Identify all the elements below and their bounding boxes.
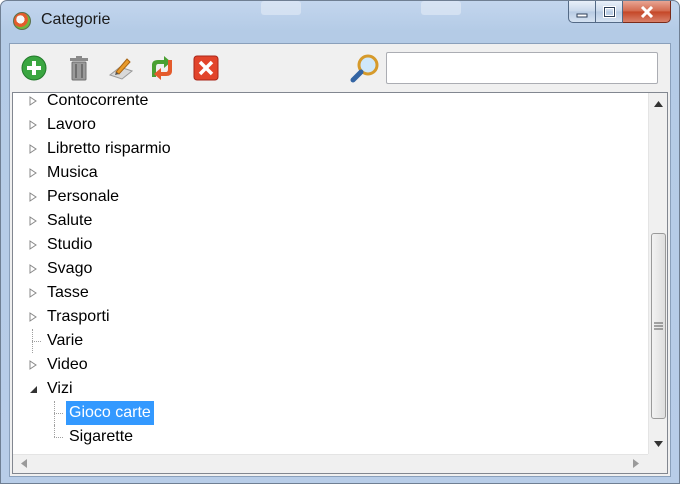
expanded-triangle-icon[interactable] bbox=[27, 383, 39, 395]
vertical-scroll-thumb[interactable] bbox=[651, 233, 666, 419]
maximize-icon bbox=[602, 5, 616, 18]
trash-icon bbox=[70, 56, 88, 81]
tree-item-label: Studio bbox=[47, 236, 93, 253]
close-icon bbox=[640, 5, 653, 18]
collapsed-triangle-icon[interactable] bbox=[27, 167, 39, 179]
tree-item[interactable]: Svago bbox=[13, 257, 649, 281]
tree-item[interactable]: Tasse bbox=[13, 281, 649, 305]
scroll-up-button[interactable] bbox=[650, 95, 667, 112]
minimize-button[interactable] bbox=[568, 1, 596, 23]
tree-item[interactable]: Vizi bbox=[13, 377, 649, 401]
tree-item-label: Salute bbox=[47, 212, 93, 229]
refresh-button[interactable] bbox=[148, 54, 176, 82]
tree-connector-line bbox=[32, 329, 33, 353]
collapsed-triangle-icon[interactable] bbox=[27, 359, 39, 371]
cancel-icon bbox=[193, 55, 219, 81]
collapsed-triangle-icon[interactable] bbox=[27, 119, 39, 131]
client-area: Contocorrente Lavoro Libretto risparmio Mus… bbox=[9, 43, 671, 477]
tree-item-label: Gioco carte bbox=[66, 401, 154, 425]
tree-subitem[interactable]: Gioco carte bbox=[13, 401, 649, 425]
tree-item[interactable]: Varie bbox=[13, 329, 649, 353]
tree-item[interactable]: Libretto risparmio bbox=[13, 137, 649, 161]
collapsed-triangle-icon[interactable] bbox=[27, 191, 39, 203]
arrow-left-icon bbox=[20, 459, 27, 468]
tree-item-label: Trasporti bbox=[47, 308, 110, 325]
tree-item-label: Svago bbox=[47, 260, 93, 277]
minimize-icon bbox=[576, 13, 588, 17]
scroll-left-button[interactable] bbox=[15, 455, 32, 472]
add-button[interactable] bbox=[20, 54, 48, 82]
scroll-right-button[interactable] bbox=[627, 455, 644, 472]
tree-item-label: Tasse bbox=[47, 284, 89, 301]
tree-item[interactable]: Contocorrente bbox=[13, 93, 649, 113]
collapsed-triangle-icon[interactable] bbox=[27, 287, 39, 299]
tree-connector-line bbox=[32, 341, 41, 342]
collapsed-triangle-icon[interactable] bbox=[27, 95, 39, 107]
tree-item-label: Sigarette bbox=[69, 428, 134, 445]
caption-buttons bbox=[568, 1, 671, 23]
title-bar[interactable]: Categorie bbox=[1, 1, 679, 43]
app-icon bbox=[13, 12, 31, 30]
collapsed-triangle-icon[interactable] bbox=[27, 263, 39, 275]
magnifier-icon bbox=[350, 54, 379, 83]
tree-item-label: Libretto risparmio bbox=[47, 140, 171, 157]
tree-item-label: Lavoro bbox=[47, 116, 96, 133]
background-blur bbox=[421, 1, 461, 15]
tree-item[interactable]: Musica bbox=[13, 161, 649, 185]
tree-viewport: Contocorrente Lavoro Libretto risparmio Mus… bbox=[13, 93, 649, 455]
arrow-up-icon bbox=[654, 100, 663, 107]
close-button[interactable] bbox=[623, 1, 671, 23]
window-title: Categorie bbox=[41, 11, 111, 28]
grip-icon bbox=[654, 322, 663, 330]
scroll-down-button[interactable] bbox=[650, 435, 667, 452]
tree-subitem[interactable]: Sigarette bbox=[13, 425, 649, 449]
arrow-down-icon bbox=[654, 440, 663, 447]
category-tree: Contocorrente Lavoro Libretto risparmio Mus… bbox=[12, 92, 668, 474]
background-blur bbox=[261, 1, 301, 15]
collapsed-triangle-icon[interactable] bbox=[27, 215, 39, 227]
vertical-scrollbar[interactable] bbox=[648, 93, 667, 455]
add-icon bbox=[21, 55, 47, 81]
tree-item[interactable]: Studio bbox=[13, 233, 649, 257]
toolbar bbox=[10, 44, 670, 92]
tree-connector-line bbox=[54, 437, 63, 438]
search-input[interactable] bbox=[386, 52, 658, 84]
maximize-button[interactable] bbox=[596, 1, 623, 23]
cancel-button[interactable] bbox=[192, 54, 220, 82]
scrollbar-corner bbox=[648, 454, 667, 473]
tree-item[interactable]: Personale bbox=[13, 185, 649, 209]
horizontal-scrollbar[interactable] bbox=[13, 454, 649, 473]
categorie-window: Categorie Contocorrente Lavoro Libretto … bbox=[0, 0, 680, 484]
arrow-right-icon bbox=[632, 459, 639, 468]
search-button[interactable] bbox=[349, 52, 381, 84]
tree-item-label: Personale bbox=[47, 188, 120, 205]
tree-item-label: Contocorrente bbox=[47, 93, 149, 109]
edit-icon bbox=[108, 58, 133, 80]
tree-item-label: Varie bbox=[47, 332, 84, 349]
tree-item-label: Vizi bbox=[47, 380, 73, 397]
tree-item-label: Musica bbox=[47, 164, 98, 181]
tree-item[interactable]: Lavoro bbox=[13, 113, 649, 137]
edit-button[interactable] bbox=[106, 54, 134, 82]
tree-connector-line bbox=[54, 401, 55, 425]
delete-button[interactable] bbox=[65, 54, 93, 82]
tree-item[interactable]: Salute bbox=[13, 209, 649, 233]
refresh-icon bbox=[152, 56, 172, 80]
tree-item[interactable]: Video bbox=[13, 353, 649, 377]
tree-item[interactable]: Trasporti bbox=[13, 305, 649, 329]
tree-item-label: Video bbox=[47, 356, 88, 373]
collapsed-triangle-icon[interactable] bbox=[27, 311, 39, 323]
tree-connector-line bbox=[54, 413, 63, 414]
collapsed-triangle-icon[interactable] bbox=[27, 143, 39, 155]
tree-connector-line bbox=[54, 425, 55, 437]
collapsed-triangle-icon[interactable] bbox=[27, 239, 39, 251]
